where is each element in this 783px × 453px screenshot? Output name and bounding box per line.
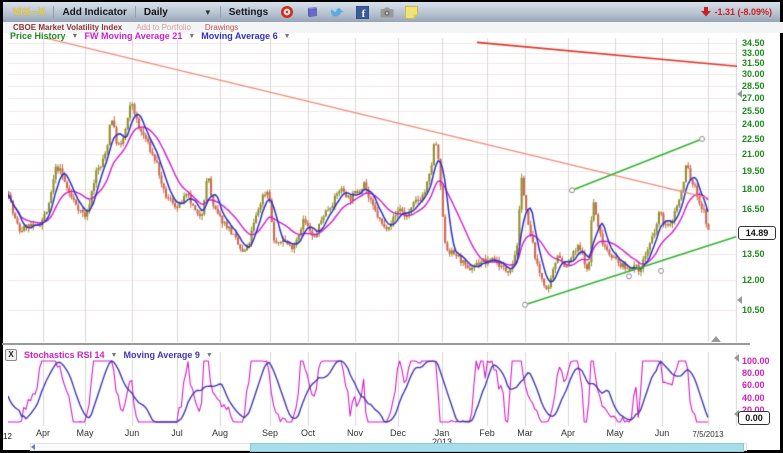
legend-ma6[interactable]: Moving Average 6: [201, 31, 277, 41]
separator: [53, 6, 54, 18]
price-chart-legend: Price History ▼ FW Moving Average 21 ▼ M…: [10, 31, 291, 41]
twitter-icon[interactable]: [330, 6, 345, 19]
price-axis-label: 30.00: [742, 69, 776, 79]
toolbar-icons: f: [280, 5, 418, 19]
chevron-down-icon[interactable]: ▼: [206, 352, 213, 359]
month-label: Oct: [286, 428, 330, 438]
month-label: Apr: [546, 428, 590, 438]
price-axis-label: 21.00: [742, 149, 776, 159]
price-axis-label: 22.50: [742, 134, 776, 144]
scroll-marker-icon[interactable]: [734, 354, 739, 362]
price-axis-label: 13.50: [742, 249, 776, 259]
legend-ma9[interactable]: Moving Average 9: [123, 350, 199, 360]
chevron-down-icon[interactable]: ▼: [72, 33, 79, 40]
down-arrow-icon: [701, 7, 711, 17]
month-label: 7/5/2013: [686, 430, 730, 439]
timeframe-dropdown[interactable]: Daily ▼: [144, 7, 212, 18]
chevron-down-icon[interactable]: ▼: [188, 33, 195, 40]
month-label: Aug: [198, 428, 242, 438]
legend-stochrsi[interactable]: Stochastics RSI 14: [24, 350, 105, 360]
month-label: Mar: [503, 428, 547, 438]
price-axis-label: 28.50: [742, 81, 776, 91]
indicator-value-box: 0.00: [738, 411, 770, 425]
price-chart-canvas[interactable]: [8, 38, 737, 342]
year-label: 12: [3, 432, 12, 441]
close-indicator-button[interactable]: X: [5, 349, 17, 361]
price-axis-label: 24.00: [742, 119, 776, 129]
price-axis-label: 19.50: [742, 166, 776, 176]
month-label: Jun: [640, 428, 684, 438]
app-window: VIX--X Add Indicator Daily ▼ Settings f: [0, 0, 783, 453]
scroll-marker-icon[interactable]: [737, 90, 742, 98]
indicator-legend: Stochastics RSI 14 ▼ Moving Average 9 ▼: [24, 350, 213, 360]
price-axis-label: 27.00: [742, 93, 776, 103]
indicator-axis-label: 60.00: [742, 380, 778, 390]
scroll-marker-icon[interactable]: [737, 296, 742, 304]
panel-divider: [2, 343, 750, 345]
svg-text:f: f: [362, 8, 366, 19]
last-price-box: 14.89: [738, 226, 776, 240]
price-axis-label: 18.00: [742, 184, 776, 194]
price-axis-label: 33.00: [742, 48, 776, 58]
chevron-down-icon[interactable]: ▼: [284, 33, 291, 40]
separator: [135, 6, 136, 18]
chevron-down-icon[interactable]: ▼: [111, 352, 118, 359]
toolbar: VIX--X Add Indicator Daily ▼ Settings f: [3, 2, 780, 23]
price-axis-label: 31.50: [742, 58, 776, 68]
scrollbar-left-arrow-icon[interactable]: [31, 444, 35, 450]
month-label: Dec: [376, 428, 420, 438]
settings-button[interactable]: Settings: [229, 7, 268, 18]
quote-change: -1.31 (-8.09%): [701, 7, 772, 17]
alerts-icon[interactable]: [280, 5, 294, 19]
indicator-axis-label: 100.00: [742, 356, 778, 366]
panel-resize-handle[interactable]: [711, 336, 721, 342]
portfolio-icon[interactable]: [305, 5, 319, 19]
month-label: Jun: [110, 428, 154, 438]
month-label: May: [63, 428, 107, 438]
indicator-axis-label: 40.00: [742, 393, 778, 403]
camera-icon[interactable]: [380, 7, 394, 18]
symbol-label[interactable]: VIX--X: [13, 7, 45, 18]
month-label: Apr: [21, 428, 65, 438]
legend-price-history[interactable]: Price History: [10, 31, 66, 41]
indicator-axis-label: 80.00: [742, 368, 778, 378]
note-icon[interactable]: [405, 6, 418, 19]
separator: [220, 6, 221, 18]
month-label: May: [593, 428, 637, 438]
quote-change-text: -1.31 (-8.09%): [714, 7, 772, 17]
timeframe-value: Daily: [144, 7, 168, 18]
month-label: Nov: [333, 428, 377, 438]
add-indicator-button[interactable]: Add Indicator: [62, 7, 126, 18]
month-label: Jul: [155, 428, 199, 438]
price-axis-label: 25.50: [742, 106, 776, 116]
price-axis-label: 12.00: [742, 275, 776, 285]
indicator-chart-canvas[interactable]: [8, 352, 737, 426]
price-axis-label: 16.50: [742, 204, 776, 214]
facebook-icon[interactable]: f: [356, 6, 369, 19]
price-axis-label: 10.50: [742, 305, 776, 315]
legend-fw-ma21[interactable]: FW Moving Average 21: [84, 31, 182, 41]
horizontal-scrollbar-thumb[interactable]: [250, 443, 744, 452]
chevron-down-icon: ▼: [204, 8, 212, 17]
price-axis-label: 34.50: [742, 38, 776, 48]
